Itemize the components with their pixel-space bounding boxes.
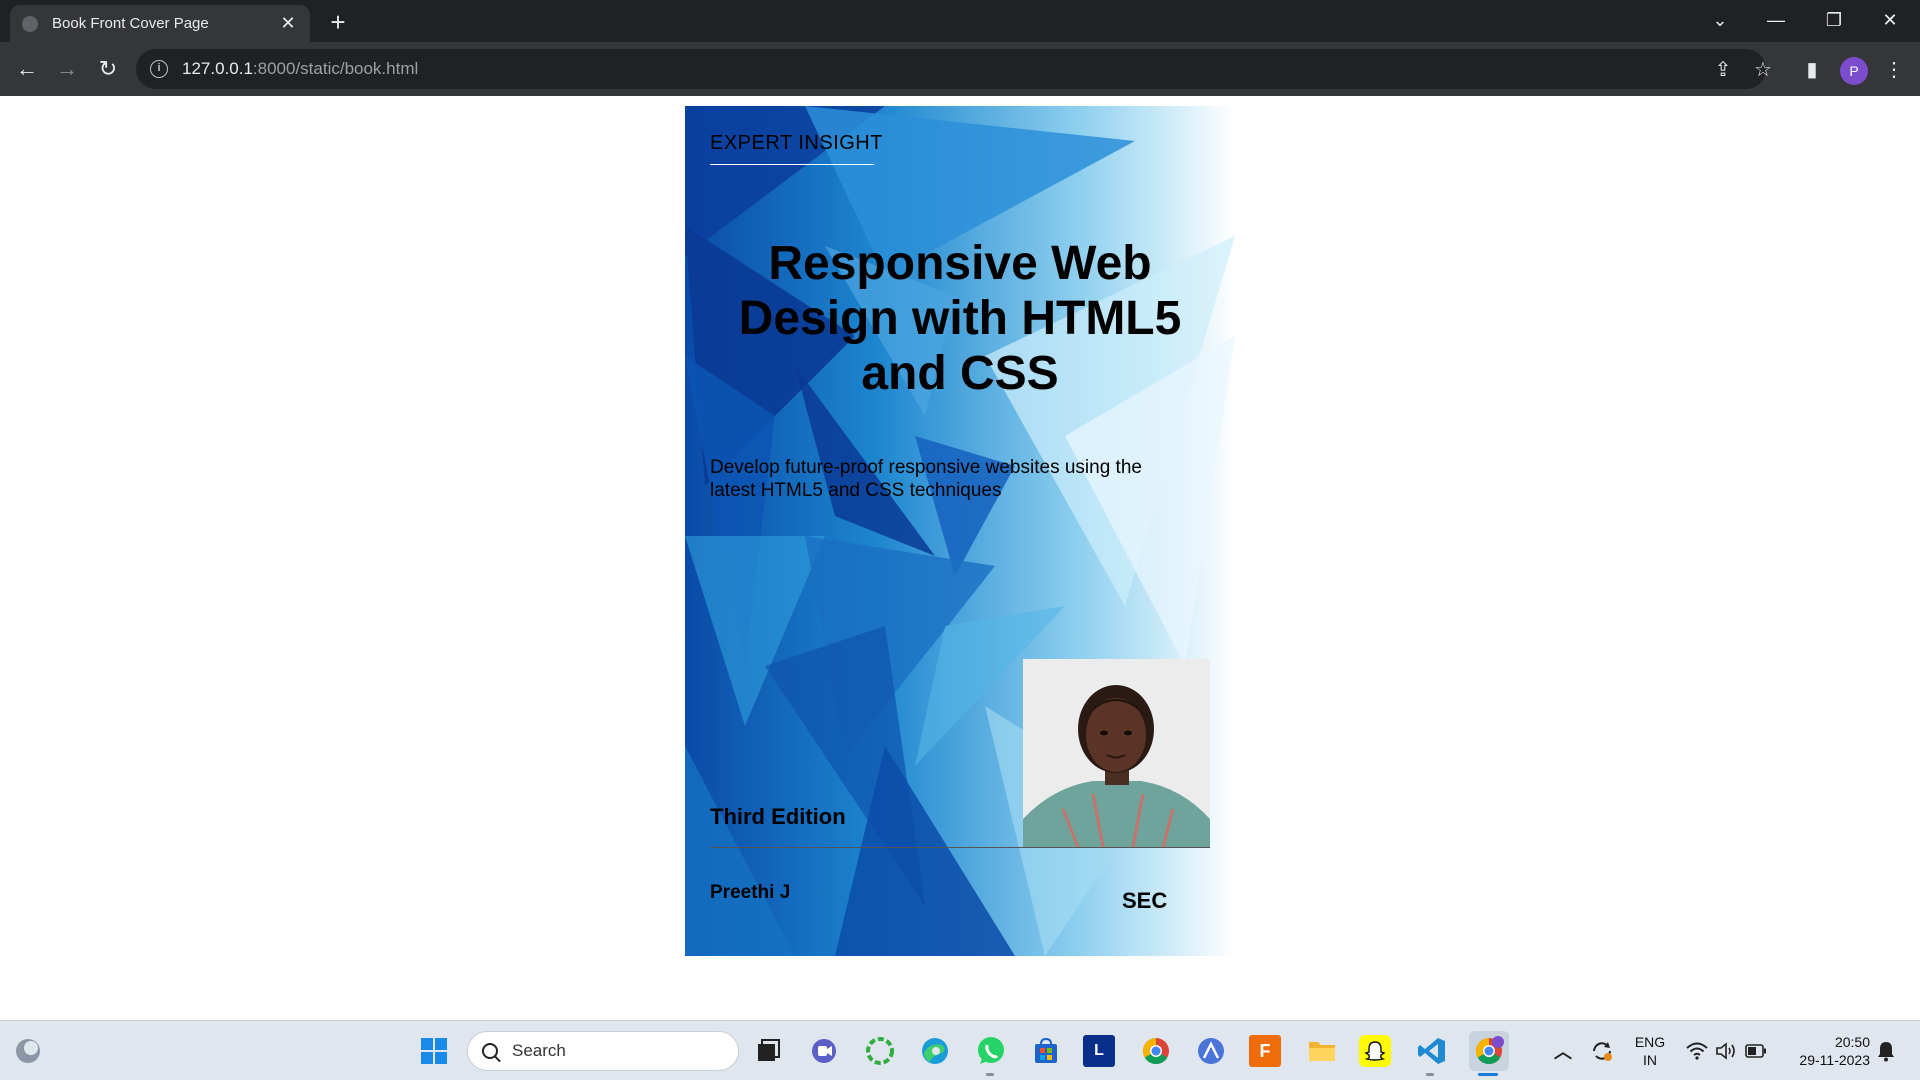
side-panel-icon[interactable]: ▮ — [1796, 53, 1828, 85]
chrome-icon[interactable] — [1138, 1033, 1174, 1069]
site-info-icon[interactable]: i — [150, 60, 168, 78]
profile-avatar[interactable]: P — [1840, 57, 1868, 85]
cover-divider — [710, 847, 1210, 848]
book-title: Responsive Web Design with HTML5 and CSS — [738, 237, 1182, 400]
publisher-name: SEC — [1122, 888, 1168, 913]
bookmark-star-icon[interactable]: ☆ — [1747, 53, 1779, 85]
browser-menu-icon[interactable]: ⋮ — [1878, 53, 1910, 85]
book-cover: EXPERT INSIGHT Responsive Web Design wit… — [685, 106, 1235, 956]
copilot-icon[interactable] — [862, 1033, 898, 1069]
chevron-up-icon[interactable]: ︿ — [1545, 1033, 1581, 1069]
region-code: IN — [1643, 1052, 1657, 1068]
browser-tab-strip: Book Front Cover Page ✕ + ⌄ — ❐ ✕ — [0, 0, 1920, 42]
taskbar-search-input[interactable] — [512, 1041, 712, 1061]
file-explorer-icon[interactable] — [1304, 1033, 1340, 1069]
start-windows-icon[interactable] — [416, 1033, 452, 1069]
chrome-active-indicator — [1478, 1073, 1498, 1076]
window-close-button[interactable]: ✕ — [1862, 0, 1918, 40]
taskbar-search[interactable] — [467, 1031, 739, 1071]
book-subtitle: Develop future-proof responsive websites… — [710, 457, 1142, 501]
widgets-icon[interactable] — [10, 1033, 46, 1069]
close-icon[interactable]: ✕ — [278, 13, 298, 34]
search-icon — [482, 1043, 498, 1059]
reload-button[interactable]: ↻ — [90, 51, 126, 87]
url-host: 127.0.0.1 — [182, 59, 253, 78]
author-photo — [1023, 659, 1210, 847]
address-bar[interactable]: i 127.0.0.1:8000/static/book.html — [136, 49, 1766, 89]
eyebrow-underline — [710, 164, 874, 165]
whatsapp-icon[interactable] — [973, 1033, 1009, 1069]
teams-icon[interactable] — [806, 1033, 842, 1069]
browser-toolbar: ← → ↻ i 127.0.0.1:8000/static/book.html … — [0, 42, 1920, 96]
chrome-profile-icon[interactable] — [1469, 1031, 1509, 1071]
l-app-icon[interactable]: L — [1083, 1035, 1115, 1067]
vscode-running-indicator — [1426, 1073, 1434, 1076]
tab-book-front-cover[interactable]: Book Front Cover Page ✕ — [10, 5, 310, 42]
share-icon[interactable]: ⇪ — [1707, 53, 1739, 85]
whatsapp-running-indicator — [986, 1073, 994, 1076]
store-icon[interactable] — [1028, 1033, 1064, 1069]
globe-icon — [22, 15, 38, 32]
language-code: ENG — [1634, 1034, 1666, 1050]
clock[interactable]: 20:50 29-11-2023 — [1782, 1033, 1870, 1069]
notification-bell-icon[interactable] — [1868, 1033, 1904, 1069]
forward-button[interactable]: → — [49, 51, 85, 87]
clock-date: 29-11-2023 — [1799, 1052, 1870, 1068]
clock-time: 20:50 — [1834, 1034, 1870, 1050]
battery-icon[interactable] — [1738, 1033, 1774, 1069]
url-path: :8000/static/book.html — [252, 59, 419, 78]
edge-icon[interactable] — [917, 1033, 953, 1069]
affinity-icon[interactable] — [1193, 1033, 1229, 1069]
minimize-button[interactable]: — — [1748, 0, 1804, 40]
sync-icon[interactable] — [1584, 1033, 1620, 1069]
tab-title: Book Front Cover Page — [52, 15, 209, 32]
author-portrait-image — [1023, 659, 1210, 847]
windows-taskbar: L F ︿ ENG IN 20:50 29-11-2023 — [0, 1020, 1920, 1080]
restore-button[interactable]: ❐ — [1806, 0, 1862, 40]
page-content: EXPERT INSIGHT Responsive Web Design wit… — [0, 96, 1920, 1020]
language-indicator[interactable]: ENG IN — [1630, 1033, 1670, 1069]
back-button[interactable]: ← — [9, 51, 45, 87]
tab-search-icon[interactable]: ⌄ — [1692, 0, 1748, 40]
edition-label: Third Edition — [710, 804, 846, 829]
eyebrow-label: EXPERT INSIGHT — [710, 132, 883, 154]
vscode-icon[interactable] — [1414, 1033, 1450, 1069]
f360-icon[interactable]: F — [1249, 1035, 1281, 1067]
snapchat-icon[interactable] — [1359, 1035, 1391, 1067]
task-view-icon[interactable] — [750, 1033, 786, 1069]
author-name: Preethi J — [710, 882, 791, 903]
new-tab-button[interactable]: + — [322, 6, 354, 38]
